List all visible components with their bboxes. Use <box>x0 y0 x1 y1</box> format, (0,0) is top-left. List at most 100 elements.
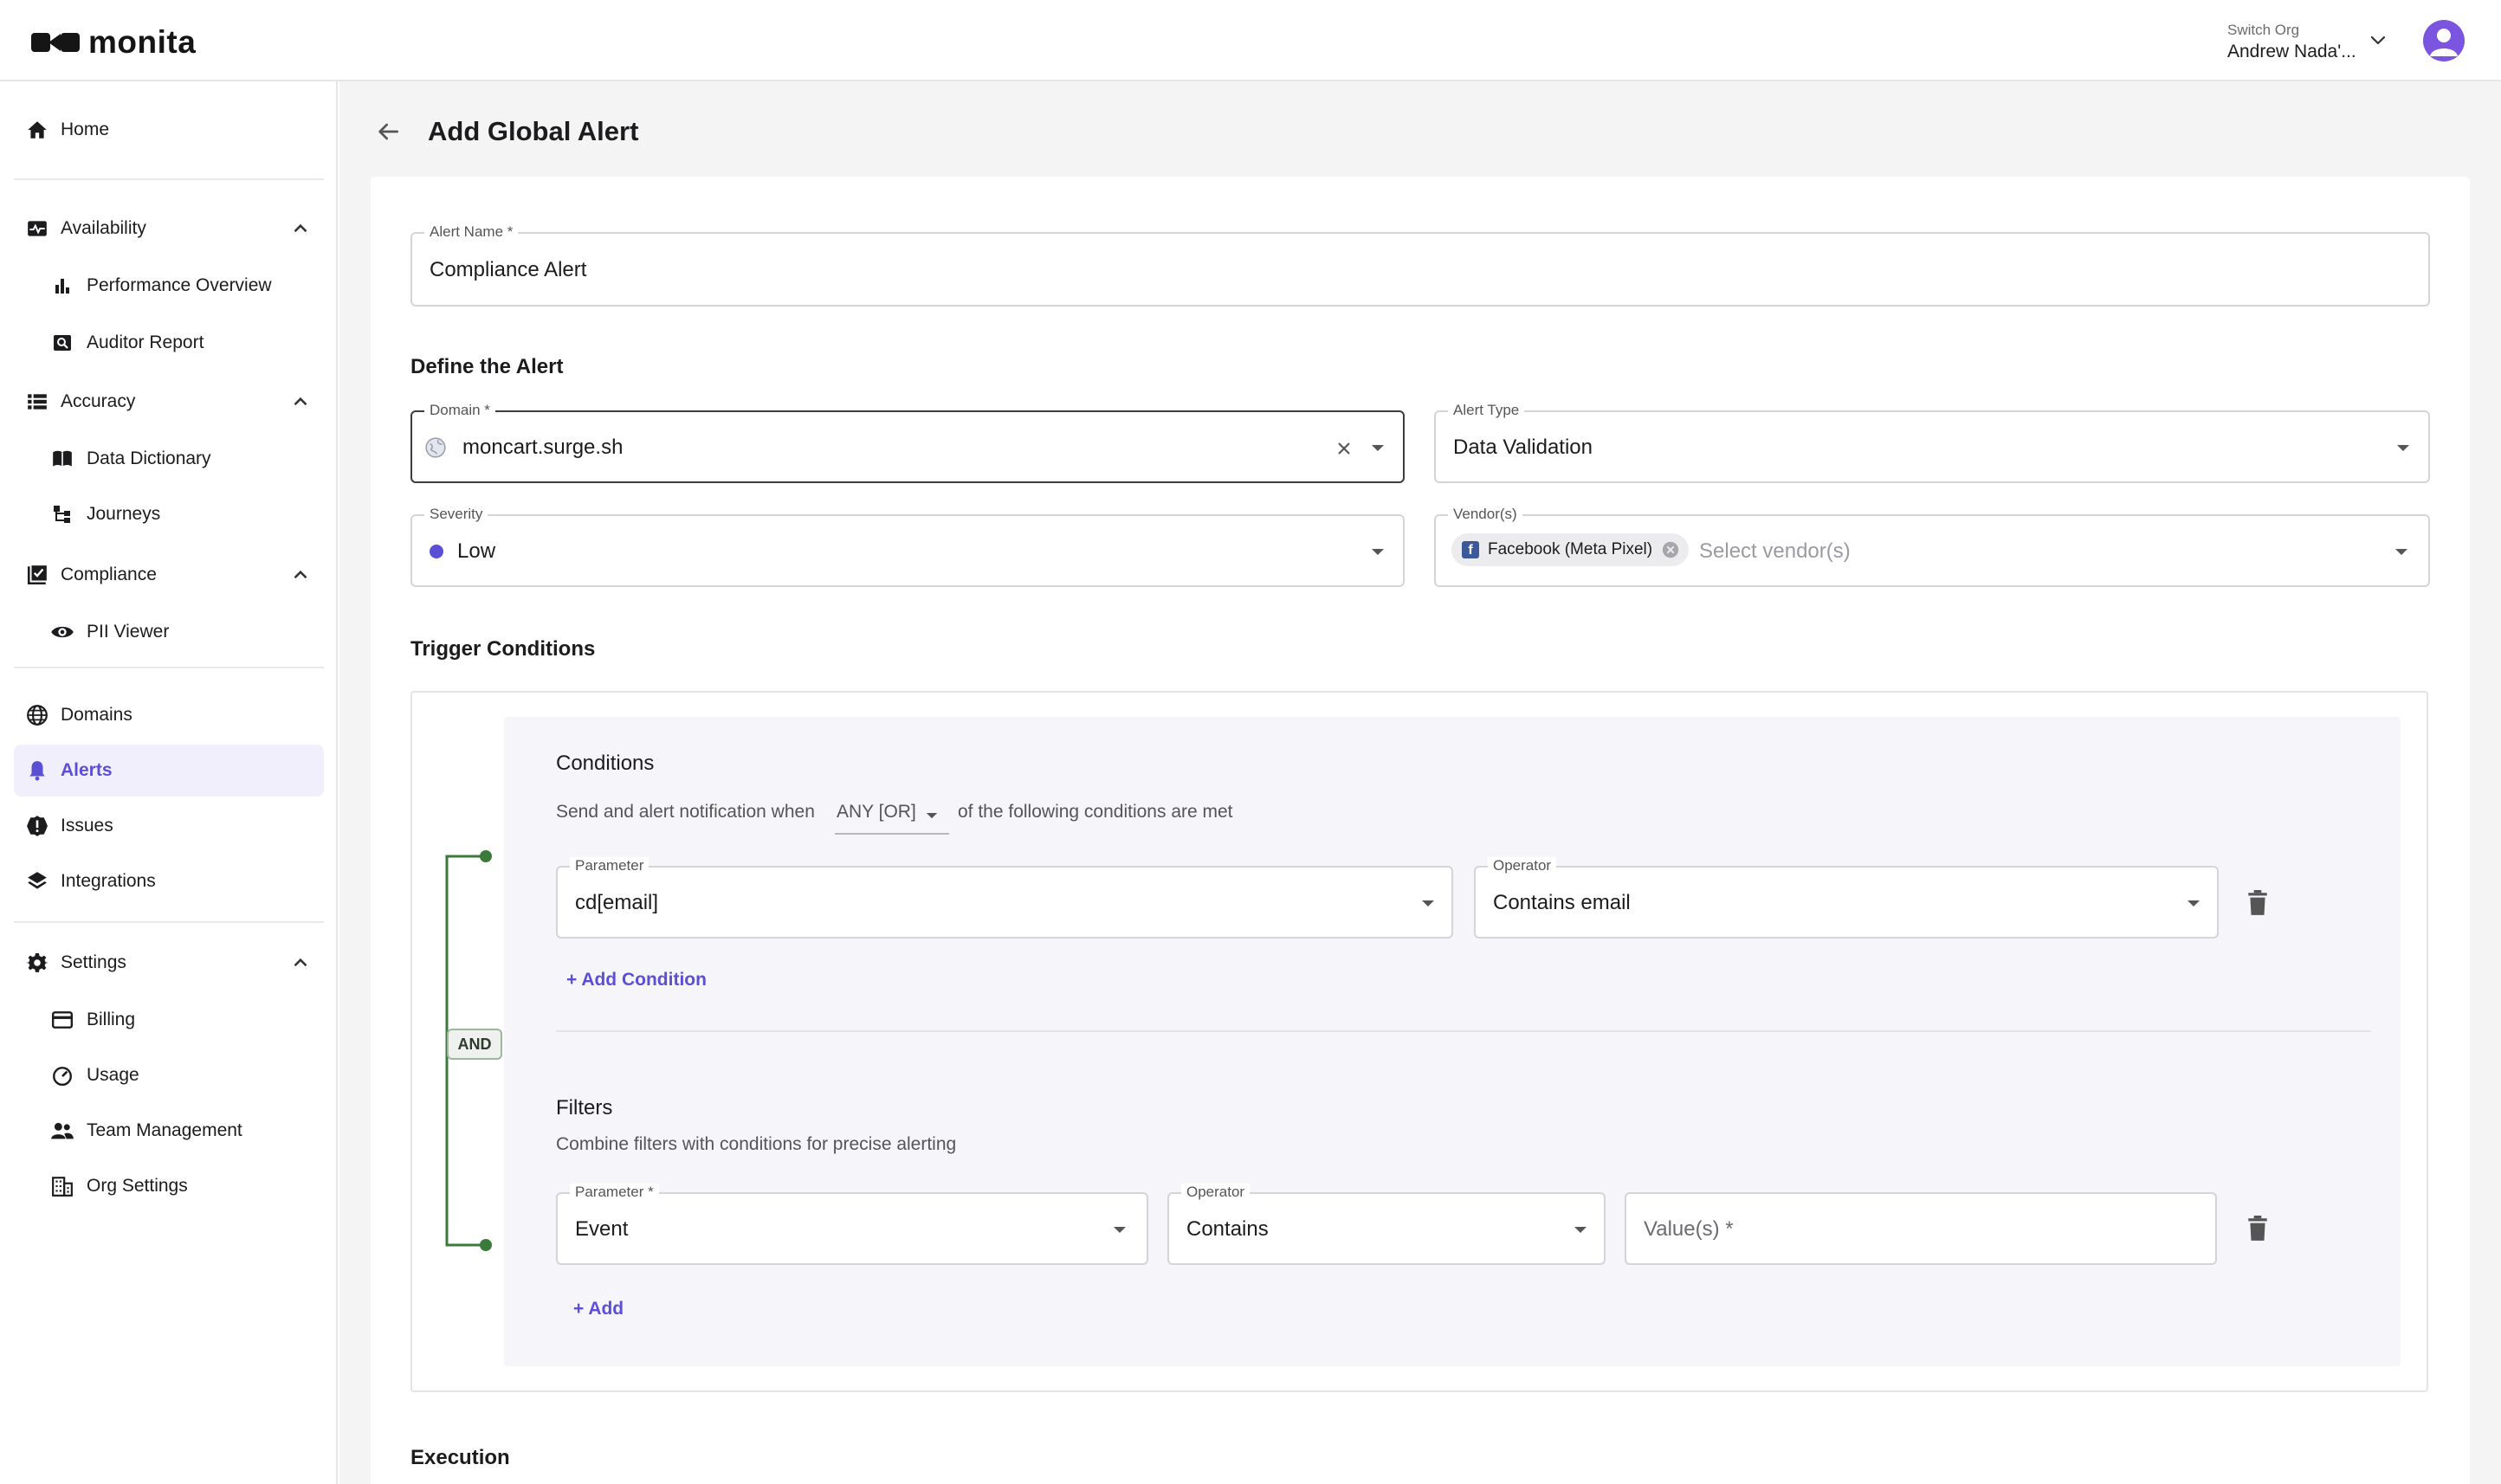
alert-type-select[interactable]: Alert Type Data Validation <box>1434 402 2430 483</box>
sidebar-item-issues[interactable]: Issues <box>14 800 324 852</box>
sidebar-item-label: Usage <box>87 1065 139 1085</box>
condition-operator-value: Contains email <box>1493 891 1631 914</box>
condition-parameter-select[interactable]: Parameter cd[email] <box>556 857 1453 939</box>
chevron-up-icon[interactable] <box>289 564 312 586</box>
checklist-icon <box>24 562 50 588</box>
conditions-title: Conditions <box>556 752 655 775</box>
sidebar-item-usage[interactable]: Usage <box>14 1049 324 1101</box>
back-arrow-icon[interactable] <box>374 118 402 145</box>
sidebar-item-label: Team Management <box>87 1120 242 1140</box>
sidebar-item-auditor-report[interactable]: Auditor Report <box>14 317 324 369</box>
clear-icon[interactable] <box>1334 438 1354 459</box>
warning-badge-icon <box>24 813 50 839</box>
sidebar-divider <box>14 921 324 923</box>
caret-down-icon <box>926 812 938 819</box>
caret-down-icon[interactable] <box>1370 548 1386 557</box>
sidebar-item-availability[interactable]: Availability <box>14 203 324 255</box>
sidebar-item-data-dictionary[interactable]: Data Dictionary <box>14 433 324 485</box>
credit-card-icon <box>49 1007 75 1033</box>
facebook-icon: f <box>1462 541 1479 558</box>
filter-values-input[interactable]: Value(s) * <box>1625 1192 2217 1265</box>
domain-value: moncart.surge.sh <box>462 436 624 459</box>
user-avatar-icon <box>2430 29 2458 56</box>
sidebar-item-settings[interactable]: Settings <box>14 937 324 989</box>
switch-org[interactable]: Switch Org Andrew Nada'... <box>2227 22 2356 62</box>
sidebar-item-label: Performance Overview <box>87 275 272 295</box>
sidebar-item-org-settings[interactable]: Org Settings <box>14 1160 324 1212</box>
sidebar-item-performance-overview[interactable]: Performance Overview <box>14 260 324 312</box>
caret-down-icon[interactable] <box>2394 548 2409 557</box>
filter-parameter-label: Parameter * <box>570 1184 659 1201</box>
alert-type-label: Alert Type <box>1448 402 1525 419</box>
filter-parameter-select[interactable]: Parameter * Event <box>556 1184 1148 1265</box>
filter-values-placeholder: Value(s) * <box>1644 1217 1734 1241</box>
caret-down-icon[interactable] <box>2186 900 2201 908</box>
condition-mode-value: ANY [OR] <box>837 802 916 822</box>
filters-desc: Combine filters with conditions for prec… <box>556 1134 957 1154</box>
sidebar-item-alerts[interactable]: Alerts <box>14 745 324 797</box>
tree-icon <box>49 501 75 527</box>
sidebar-item-pii-viewer[interactable]: PII Viewer <box>14 606 324 658</box>
home-icon <box>24 117 50 143</box>
alert-name-field[interactable]: Alert Name * Compliance Alert <box>410 223 2430 306</box>
caret-down-icon[interactable] <box>1573 1226 1588 1235</box>
chevron-up-icon[interactable] <box>289 217 312 240</box>
monita-logo[interactable]: monita <box>31 24 196 60</box>
sidebar-item-team-management[interactable]: Team Management <box>14 1105 324 1157</box>
execution-title: Execution <box>410 1446 510 1469</box>
eye-icon <box>49 619 75 645</box>
chevron-up-icon[interactable] <box>289 390 312 413</box>
condition-mode-select[interactable]: ANY [OR] <box>835 795 949 835</box>
sidebar-item-label: Domains <box>61 705 132 725</box>
caret-down-icon[interactable] <box>2395 444 2411 453</box>
avatar[interactable] <box>2423 20 2465 61</box>
chevron-up-icon[interactable] <box>289 952 312 974</box>
bar-chart-icon <box>49 273 75 299</box>
book-icon <box>49 446 75 472</box>
condition-operator-select[interactable]: Operator Contains email <box>1474 857 2219 939</box>
and-badge: AND <box>447 1029 502 1060</box>
sidebar-item-home[interactable]: Home <box>14 104 324 156</box>
sidebar-item-label: Billing <box>87 1010 136 1029</box>
sidebar-item-integrations[interactable]: Integrations <box>14 855 324 907</box>
sidebar: Home Availability Performance Overview A… <box>0 81 338 1484</box>
vendor-chip-label: Facebook (Meta Pixel) <box>1488 540 1653 558</box>
chip-remove-icon[interactable] <box>1661 540 1680 559</box>
vendors-placeholder: Select vendor(s) <box>1699 539 1851 563</box>
caret-down-icon[interactable] <box>1420 900 1436 908</box>
sidebar-item-compliance[interactable]: Compliance <box>14 549 324 601</box>
sidebar-item-journeys[interactable]: Journeys <box>14 488 324 540</box>
vendors-select[interactable]: Vendor(s) f Facebook (Meta Pixel) Select… <box>1434 506 2430 587</box>
vendor-chip[interactable]: f Facebook (Meta Pixel) <box>1451 533 1690 566</box>
caret-down-icon[interactable] <box>1370 444 1386 453</box>
sidebar-item-label: Journeys <box>87 504 161 524</box>
top-bar: monita Switch Org Andrew Nada'... <box>0 0 2501 81</box>
filters-title: Filters <box>556 1096 613 1119</box>
sidebar-item-domains[interactable]: Domains <box>14 689 324 741</box>
sidebar-item-label: Auditor Report <box>87 332 204 352</box>
sidebar-item-label: Settings <box>61 952 126 972</box>
sidebar-item-billing[interactable]: Billing <box>14 994 324 1046</box>
sidebar-item-label: Issues <box>61 816 113 836</box>
trigger-conditions-title: Trigger Conditions <box>410 637 596 661</box>
gauge-icon <box>49 1062 75 1088</box>
severity-label: Severity <box>424 506 488 523</box>
chevron-down-icon[interactable] <box>2368 29 2388 50</box>
sidebar-item-label: Availability <box>61 218 146 238</box>
severity-select[interactable]: Severity Low <box>410 506 1405 587</box>
delete-condition-trash-icon[interactable] <box>2246 890 2269 916</box>
add-filter-link[interactable]: + Add <box>573 1299 624 1319</box>
filter-operator-select[interactable]: Operator Contains <box>1167 1184 1606 1265</box>
alert-type-value: Data Validation <box>1453 436 1593 459</box>
caret-down-icon[interactable] <box>1112 1226 1128 1235</box>
filter-operator-label: Operator <box>1181 1184 1250 1201</box>
delete-filter-trash-icon[interactable] <box>2246 1216 2269 1242</box>
filter-parameter-value: Event <box>575 1217 629 1241</box>
add-condition-link[interactable]: + Add Condition <box>566 970 707 990</box>
page-title: Add Global Alert <box>428 116 639 146</box>
domain-select[interactable]: Domain * moncart.surge.sh <box>410 402 1405 483</box>
bell-icon <box>24 758 50 784</box>
sidebar-item-accuracy[interactable]: Accuracy <box>14 376 324 428</box>
building-icon <box>49 1173 75 1199</box>
severity-dot <box>430 545 443 558</box>
